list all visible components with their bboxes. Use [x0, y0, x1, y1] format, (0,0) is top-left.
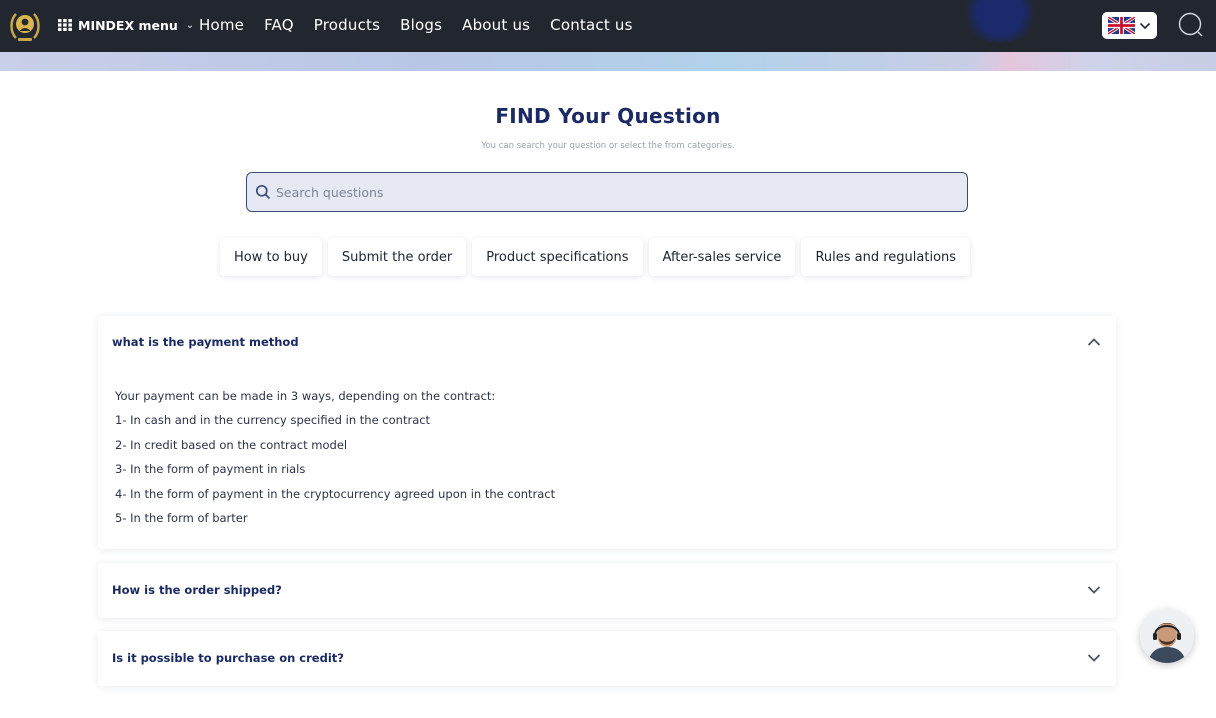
page-subtitle: You can search your question or select t… — [481, 141, 735, 151]
grid-menu-icon — [58, 19, 72, 31]
faq-answer: Your payment can be made in 3 ways, depe… — [115, 389, 1015, 535]
top-navbar: MINDEX menu ⌄ Home FAQ Products Blogs Ab… — [0, 0, 1216, 52]
nav-link-faq[interactable]: FAQ — [264, 16, 294, 34]
hero-banner-strip — [0, 52, 1216, 71]
main-nav: Home FAQ Products Blogs About us Contact… — [199, 13, 653, 37]
faq-question[interactable]: what is the payment method — [112, 335, 299, 349]
category-rules-and-regulations[interactable]: Rules and regulations — [801, 238, 971, 276]
answer-line: 2- In credit based on the contract model — [115, 437, 348, 452]
language-selector[interactable] — [1102, 12, 1157, 39]
mindex-menu-button[interactable]: MINDEX menu ⌄ — [58, 14, 194, 36]
nav-link-contact-us[interactable]: Contact us — [550, 16, 632, 34]
answer-line: 3- In the form of payment in rials — [115, 462, 306, 477]
chevron-down-icon[interactable] — [1086, 653, 1102, 663]
answer-line: Your payment can be made in 3 ways, depe… — [115, 389, 496, 403]
search-icon[interactable] — [1177, 11, 1205, 39]
category-how-to-buy[interactable]: How to buy — [220, 238, 322, 276]
search-bar — [246, 172, 968, 212]
faq-item[interactable]: How is the order shipped? — [98, 563, 1116, 618]
category-submit-the-order[interactable]: Submit the order — [327, 238, 467, 276]
support-chat-avatar[interactable] — [1140, 609, 1194, 663]
faq-question[interactable]: Is it possible to purchase on credit? — [112, 651, 344, 665]
chevron-up-icon[interactable] — [1086, 337, 1102, 347]
answer-line: 5- In the form of barter — [115, 510, 248, 525]
category-filters: How to buy Submit the order Product spec… — [220, 238, 971, 276]
search-icon — [255, 184, 271, 200]
support-agent-icon — [1140, 609, 1194, 663]
logo[interactable] — [8, 8, 42, 44]
category-product-specifications[interactable]: Product specifications — [472, 238, 643, 276]
category-after-sales-service[interactable]: After-sales service — [648, 238, 796, 276]
decorative-glow — [960, 0, 1040, 42]
menu-label: MINDEX menu — [78, 17, 178, 33]
chevron-down-icon — [1139, 22, 1151, 29]
answer-line: 4- In the form of payment in the cryptoc… — [115, 486, 556, 501]
logo-emblem-icon — [10, 13, 40, 41]
chevron-down-icon[interactable] — [1086, 585, 1102, 595]
nav-link-home[interactable]: Home — [199, 16, 244, 34]
nav-link-products[interactable]: Products — [314, 16, 380, 34]
uk-flag-icon — [1108, 17, 1135, 34]
search-input[interactable] — [276, 177, 956, 207]
faq-question[interactable]: How is the order shipped? — [112, 583, 282, 597]
nav-link-about-us[interactable]: About us — [462, 16, 530, 34]
nav-link-blogs[interactable]: Blogs — [400, 16, 442, 34]
faq-item[interactable]: Is it possible to purchase on credit? — [98, 631, 1116, 686]
chevron-down-icon: ⌄ — [185, 19, 195, 31]
page-title: FIND Your Question — [495, 104, 721, 128]
faq-item-expanded: what is the payment method Your payment … — [98, 316, 1116, 549]
answer-line: 1- In cash and in the currency specified… — [115, 413, 431, 428]
